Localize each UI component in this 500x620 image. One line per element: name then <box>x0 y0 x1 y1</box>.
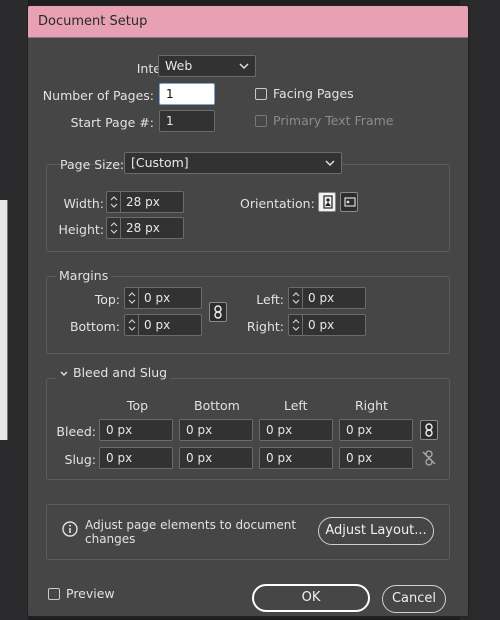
bleed-right-input[interactable]: 0 px <box>339 419 413 441</box>
stepper-arrows-icon[interactable] <box>289 315 303 335</box>
column-header-right: Right <box>355 398 388 413</box>
margin-left-value: 0 px <box>308 291 335 305</box>
orientation-label: Orientation: <box>240 196 315 211</box>
margin-left-label: Left: <box>256 292 284 307</box>
margin-right-label: Right: <box>246 319 284 334</box>
column-header-top: Top <box>127 398 149 413</box>
info-icon <box>62 521 78 540</box>
width-label: Width: <box>63 196 104 211</box>
primary-text-frame-label: Primary Text Frame <box>273 113 394 128</box>
stepper-arrows-icon[interactable] <box>107 192 121 212</box>
margin-top-input[interactable]: 0 px <box>124 287 202 309</box>
margin-bottom-input[interactable]: 0 px <box>124 314 202 336</box>
column-header-left: Left <box>284 398 308 413</box>
unlink-slug-icon[interactable] <box>422 450 436 469</box>
title-bar[interactable]: Document Setup <box>28 6 468 38</box>
height-input[interactable]: 28 px <box>106 217 184 239</box>
ok-button[interactable]: OK <box>252 584 370 612</box>
slug-right-input[interactable]: 0 px <box>339 447 413 469</box>
margin-left-input[interactable]: 0 px <box>288 287 366 309</box>
page-size-select[interactable]: [Custom] <box>124 152 342 174</box>
primary-text-frame-checkbox[interactable] <box>255 115 267 127</box>
link-margins-icon[interactable] <box>209 302 227 322</box>
facing-pages-checkbox[interactable] <box>255 88 267 100</box>
preview-label: Preview <box>66 586 115 601</box>
margins-title: Margins <box>56 268 112 283</box>
number-of-pages-input[interactable]: 1 <box>159 83 215 105</box>
chevron-down-icon <box>60 371 68 376</box>
adjust-layout-button[interactable]: Adjust Layout... <box>318 517 434 545</box>
chevron-down-icon <box>325 160 335 167</box>
stepper-arrows-icon[interactable] <box>125 288 139 308</box>
bleed-top-input[interactable]: 0 px <box>99 419 173 441</box>
start-page-label: Start Page #: <box>70 115 154 130</box>
link-bleed-icon[interactable] <box>420 420 438 440</box>
stepper-arrows-icon[interactable] <box>125 315 139 335</box>
slug-top-input[interactable]: 0 px <box>99 447 173 469</box>
height-value: 28 px <box>126 221 160 235</box>
intent-value: Web <box>165 58 193 73</box>
intent-select[interactable]: Web <box>158 55 256 77</box>
column-header-bottom: Bottom <box>194 398 240 413</box>
document-setup-dialog: Document Setup Intent: Web Number of Pag… <box>27 5 469 617</box>
margin-top-label: Top: <box>94 292 120 307</box>
bleed-label: Bleed: <box>56 424 96 439</box>
number-of-pages-label: Number of Pages: <box>42 88 154 103</box>
slug-bottom-input[interactable]: 0 px <box>179 447 253 469</box>
height-label: Height: <box>58 222 104 237</box>
bleed-bottom-input[interactable]: 0 px <box>179 419 253 441</box>
margin-top-value: 0 px <box>144 291 171 305</box>
bleed-slug-header[interactable]: Bleed and Slug <box>56 365 171 380</box>
dialog-title: Document Setup <box>38 14 148 29</box>
margin-right-input[interactable]: 0 px <box>288 314 366 336</box>
margins-group <box>46 276 450 354</box>
info-message-line1: Adjust page elements to document <box>85 518 297 532</box>
facing-pages-label: Facing Pages <box>273 86 354 101</box>
width-input[interactable]: 28 px <box>106 191 184 213</box>
bleed-slug-title: Bleed and Slug <box>73 365 168 380</box>
slug-left-input[interactable]: 0 px <box>259 447 333 469</box>
preview-checkbox[interactable] <box>48 588 60 600</box>
stepper-arrows-icon[interactable] <box>107 218 121 238</box>
margin-bottom-label: Bottom: <box>69 319 120 334</box>
bleed-left-input[interactable]: 0 px <box>259 419 333 441</box>
background-panel-edge <box>0 200 8 440</box>
stepper-arrows-icon[interactable] <box>289 288 303 308</box>
page-size-value: [Custom] <box>131 155 189 170</box>
start-page-input[interactable]: 1 <box>159 110 215 132</box>
page-size-label: Page Size: <box>60 157 125 172</box>
margin-bottom-value: 0 px <box>144 318 171 332</box>
width-value: 28 px <box>126 195 160 209</box>
landscape-orientation-icon[interactable] <box>340 192 358 212</box>
chevron-down-icon <box>239 63 249 70</box>
info-message-line2: changes <box>85 532 136 546</box>
cancel-button[interactable]: Cancel <box>382 585 446 613</box>
slug-label: Slug: <box>64 452 96 467</box>
margin-right-value: 0 px <box>308 318 335 332</box>
portrait-orientation-icon[interactable] <box>318 192 336 212</box>
